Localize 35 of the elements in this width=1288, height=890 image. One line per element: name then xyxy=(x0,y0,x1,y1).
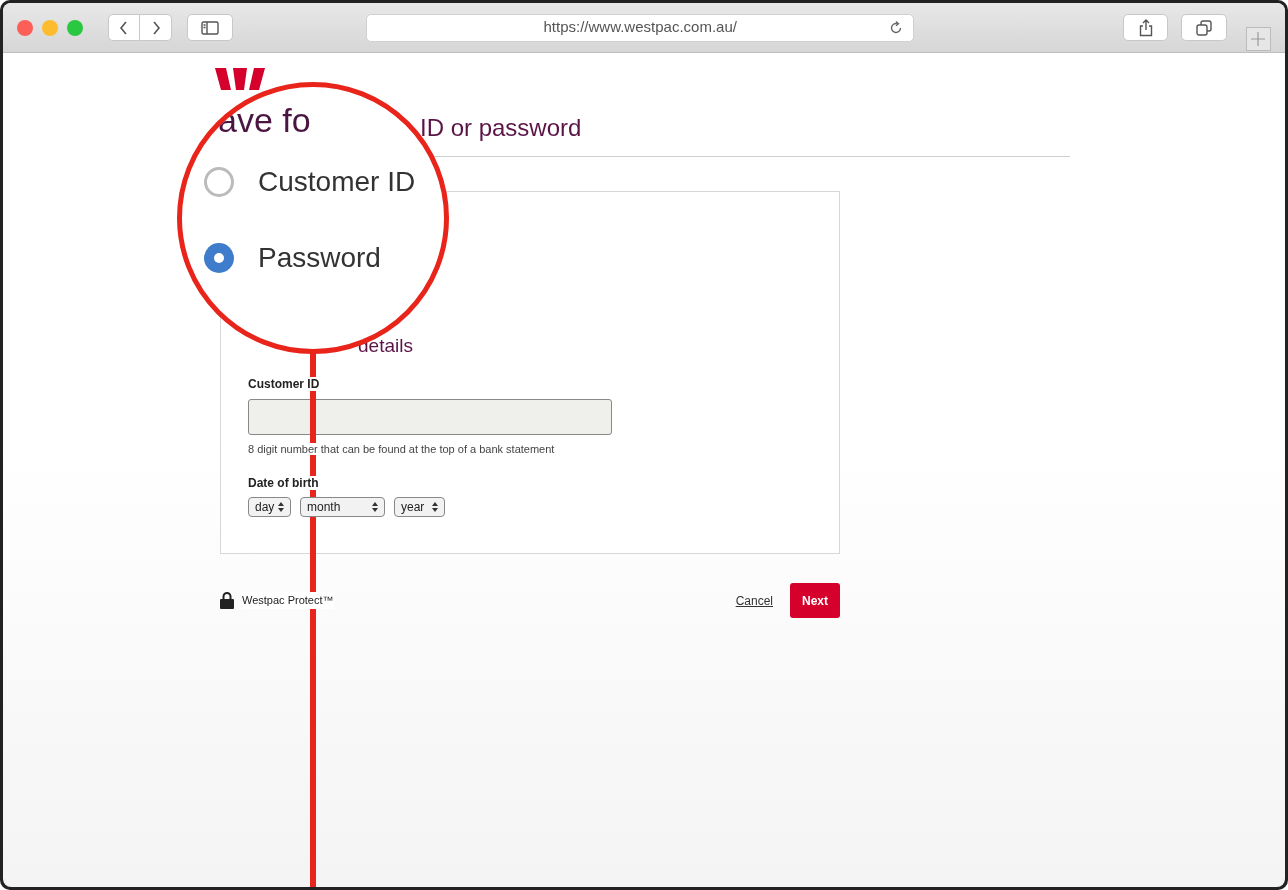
radio-label: Customer ID xyxy=(258,165,416,199)
share-icon xyxy=(1138,18,1153,37)
radio-label: Password xyxy=(258,241,381,275)
sidebar-icon xyxy=(201,20,220,35)
chevron-left-icon xyxy=(119,19,129,36)
field-hint: 8 digit number that can be found at the top of a bank statement xyxy=(248,443,555,455)
stepper-arrows-icon xyxy=(432,501,438,512)
tabs-button[interactable] xyxy=(1181,14,1227,41)
back-button[interactable] xyxy=(108,14,140,41)
stepper-arrows-icon xyxy=(372,501,378,512)
chevron-right-icon xyxy=(150,19,161,36)
customer-id-field[interactable] xyxy=(248,399,612,435)
date-select[interactable]: year xyxy=(394,496,445,517)
next-button[interactable]: Next xyxy=(790,583,840,618)
date-select[interactable]: month xyxy=(300,496,385,517)
radio-button[interactable] xyxy=(204,243,234,273)
padlock-icon xyxy=(220,592,234,609)
field-label: Date of birth xyxy=(248,475,319,490)
field-label: Customer ID xyxy=(248,377,320,391)
share-button[interactable] xyxy=(1123,14,1169,41)
tabs-icon xyxy=(1195,19,1212,36)
stepper-arrows-icon xyxy=(278,501,284,512)
cancel-link[interactable]: Cancel xyxy=(735,591,773,610)
date-select[interactable]: day xyxy=(248,496,291,517)
reload-icon[interactable] xyxy=(889,20,904,35)
address-bar[interactable]: https://www.westpac.com.au/ xyxy=(366,13,915,42)
page-heading: ID or password xyxy=(420,114,582,141)
logo-icon xyxy=(215,68,265,90)
section-heading: details xyxy=(358,335,413,356)
close-icon[interactable] xyxy=(17,19,33,36)
sidebar-button[interactable] xyxy=(187,14,234,41)
forward-button[interactable] xyxy=(140,14,172,41)
protect-label: Westpac Protect™ xyxy=(242,592,334,609)
radio-button[interactable] xyxy=(204,167,234,197)
plus-icon xyxy=(1250,30,1267,47)
